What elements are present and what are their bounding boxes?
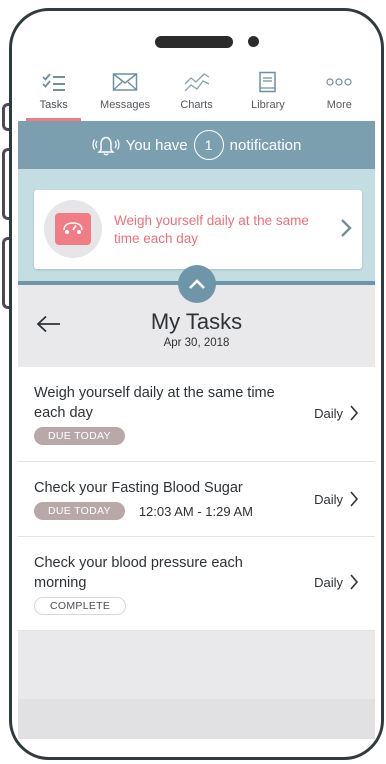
tab-label: Charts [180, 99, 213, 111]
frequency-label: Daily [314, 491, 343, 507]
notification-prefix: You have [125, 136, 188, 154]
tab-label: More [326, 99, 352, 111]
frequency-label: Daily [314, 405, 343, 421]
status-badge: DUE TODAY [34, 502, 125, 520]
book-icon [258, 69, 278, 95]
collapse-panel-button[interactable] [178, 265, 216, 303]
chevron-right-icon [340, 218, 352, 243]
scale-icon [55, 213, 91, 245]
task-list: Weigh yourself daily at the same time ea… [18, 367, 375, 631]
checklist-icon [41, 69, 67, 95]
front-camera [248, 36, 259, 47]
page-title: My Tasks [150, 309, 243, 334]
task-name: Check your blood pressure each morning [34, 555, 243, 591]
notification-suffix: notification [229, 136, 302, 154]
frequency-label: Daily [314, 574, 343, 590]
top-tab-bar: Tasks Messages Charts Library More [18, 59, 375, 121]
tab-label: Messages [100, 99, 151, 111]
bell-ringing-icon [92, 134, 120, 156]
phone-frame: Tasks Messages Charts Library More You h… [9, 8, 384, 760]
notification-task-card[interactable]: Weigh yourself daily at the same time ea… [34, 190, 362, 269]
task-icon-circle [44, 200, 102, 258]
bottom-bar [18, 699, 375, 739]
notification-panel: You have 1 notification Weigh yourself d… [18, 121, 375, 285]
tab-label: Library [251, 99, 285, 111]
task-frequency: Daily [314, 573, 359, 591]
notification-count-badge: 1 [193, 130, 224, 160]
tab-more[interactable]: More [304, 59, 375, 121]
chart-line-icon [184, 69, 210, 95]
tab-charts[interactable]: Charts [161, 59, 232, 121]
notification-task-text: Weigh yourself daily at the same time ea… [114, 213, 309, 246]
task-row[interactable]: Check your blood pressure each morning C… [18, 537, 375, 631]
task-badges: DUE TODAY 12:03 AM - 1:29 AM [34, 502, 359, 520]
notification-banner[interactable]: You have 1 notification [18, 121, 375, 169]
task-name: Check your Fasting Blood Sugar [34, 480, 243, 496]
more-dots-icon [326, 69, 352, 95]
chevron-right-icon [349, 490, 359, 508]
app-screen: Tasks Messages Charts Library More You h… [18, 59, 375, 739]
tab-tasks[interactable]: Tasks [18, 59, 89, 121]
speaker-grille [155, 36, 233, 48]
tab-messages[interactable]: Messages [89, 59, 160, 121]
task-row[interactable]: Weigh yourself daily at the same time ea… [18, 367, 375, 462]
envelope-icon [112, 69, 138, 95]
task-row[interactable]: Check your Fasting Blood Sugar DUE TODAY… [18, 462, 375, 537]
page-date: Apr 30, 2018 [163, 337, 230, 349]
chevron-right-icon [349, 404, 359, 422]
task-badges: DUE TODAY [34, 427, 359, 445]
tab-library[interactable]: Library [232, 59, 303, 121]
task-badges: COMPLETE [34, 597, 359, 615]
status-badge: DUE TODAY [34, 427, 125, 445]
task-name: Weigh yourself daily at the same time ea… [34, 385, 275, 421]
task-frequency: Daily [314, 490, 359, 508]
chevron-right-icon [349, 573, 359, 591]
task-time-range: 12:03 AM - 1:29 AM [138, 503, 253, 519]
chevron-up-icon [188, 278, 206, 290]
status-badge: COMPLETE [34, 597, 127, 615]
task-frequency: Daily [314, 404, 359, 422]
tab-label: Tasks [39, 99, 68, 111]
